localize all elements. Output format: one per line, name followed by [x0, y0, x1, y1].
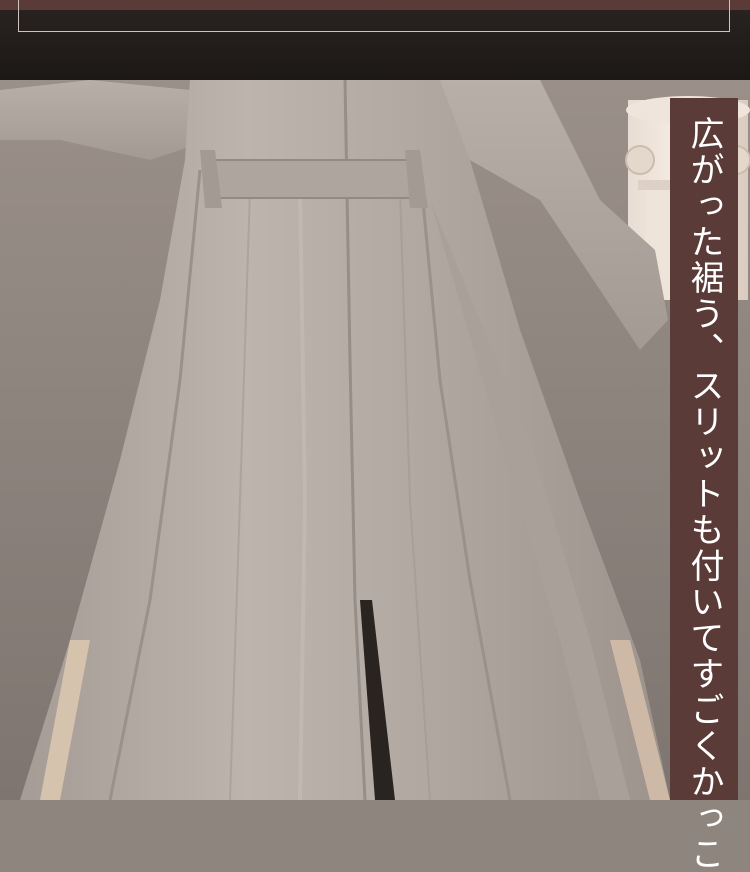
vertical-caption: 広がった裾う、スリットも付いてすごくかっこ [684, 116, 724, 872]
product-photo [0, 80, 750, 800]
caption-panel: 広がった裾う、スリットも付いてすごくかっこ [670, 98, 738, 872]
coat-back-illustration [0, 80, 750, 800]
header-band [0, 0, 750, 80]
header-frame-line [18, 0, 730, 32]
